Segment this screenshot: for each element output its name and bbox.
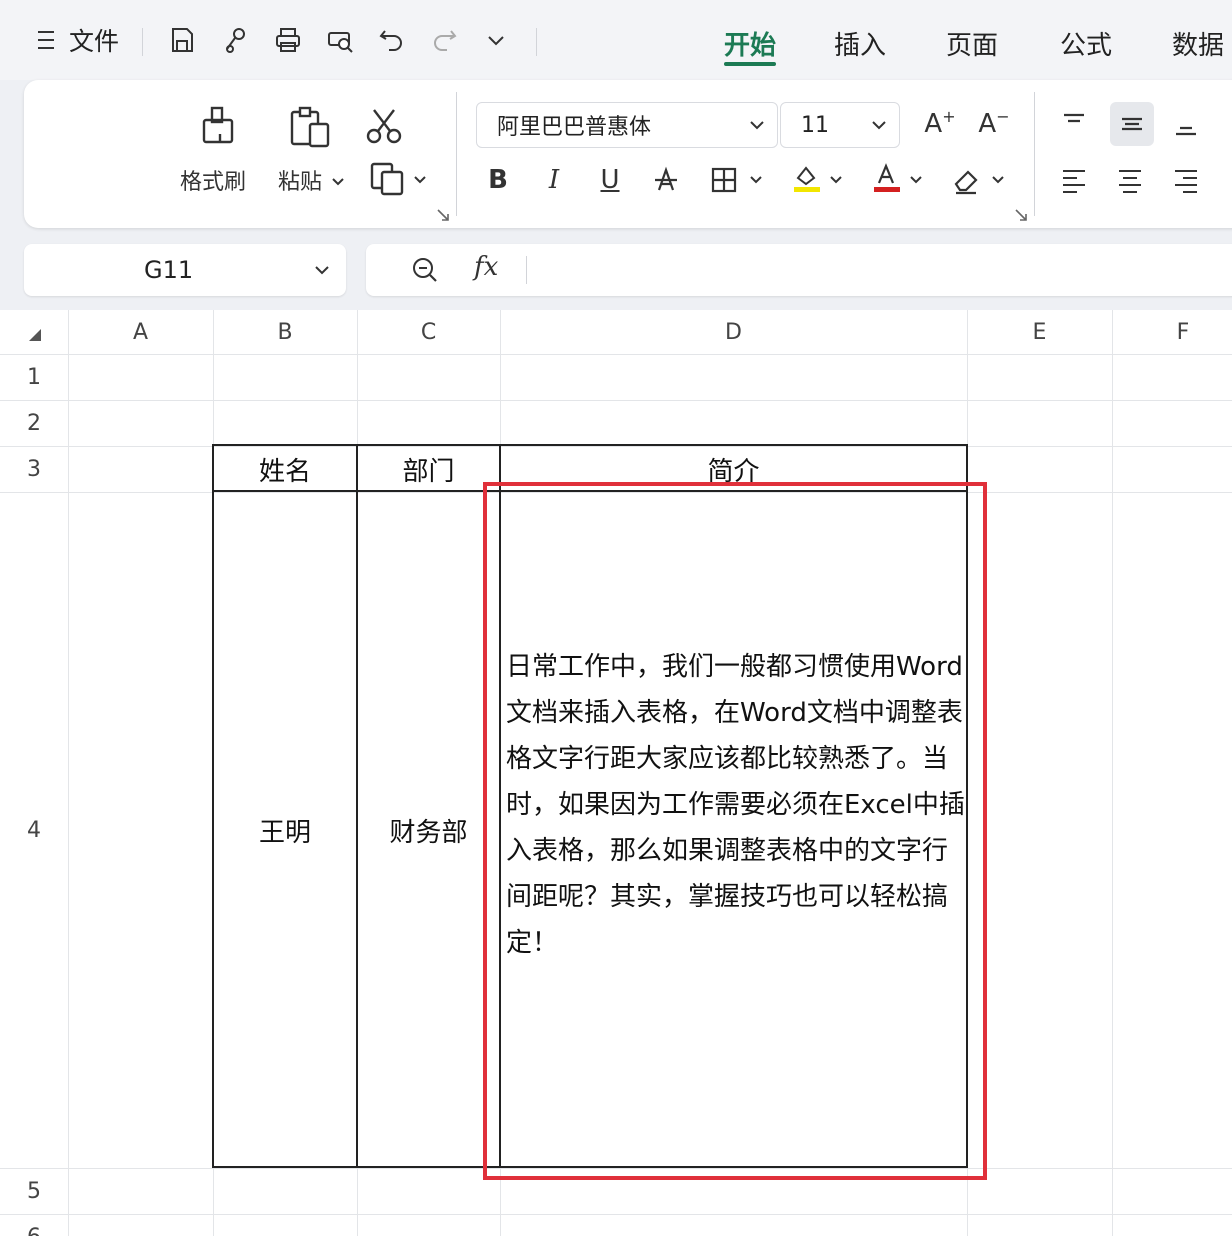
separator xyxy=(526,256,527,284)
shrink-font-label: A xyxy=(978,109,997,139)
column-header-b[interactable]: B xyxy=(213,310,357,354)
font-size-dropdown[interactable]: 11 xyxy=(780,102,900,148)
table-border xyxy=(212,444,968,446)
select-all-icon[interactable] xyxy=(28,328,42,342)
table-border xyxy=(212,444,214,1168)
fx-label[interactable]: fx xyxy=(474,252,498,282)
shrink-font-button[interactable]: A − xyxy=(974,104,1014,144)
paste-icon[interactable] xyxy=(288,104,334,150)
ribbon-toolbar: 格式刷 粘贴 阿里巴巴普惠体 11 A + A − B I U xyxy=(24,80,1232,228)
row-header-6[interactable]: 6 xyxy=(0,1214,68,1236)
copy-chevron-down-icon[interactable] xyxy=(412,172,428,188)
cell-b4-name[interactable]: 王明 xyxy=(213,492,357,1168)
column-header-e[interactable]: E xyxy=(967,310,1112,354)
column-header-d[interactable]: D xyxy=(500,310,967,354)
cell-c4-department[interactable]: 财务部 xyxy=(357,492,500,1168)
font-color-icon[interactable] xyxy=(866,158,906,198)
active-tab-indicator xyxy=(724,62,776,66)
format-painter-label[interactable]: 格式刷 xyxy=(180,164,246,196)
eraser-icon[interactable] xyxy=(946,160,986,200)
strikethrough-icon[interactable] xyxy=(646,160,686,200)
spreadsheet-grid[interactable]: A B C D E F 1 2 3 4 5 6 姓名 部门 简介 王明 财务部 … xyxy=(0,310,1232,1236)
zoom-search-icon[interactable] xyxy=(410,255,440,285)
tab-page[interactable]: 页面 xyxy=(946,20,998,66)
menu-bar: 文件 开始 插入 页面 公式 数据 xyxy=(0,0,1232,80)
cell-c3-header-department[interactable]: 部门 xyxy=(357,446,500,492)
italic-button[interactable]: I xyxy=(534,160,574,200)
tab-home[interactable]: 开始 xyxy=(724,20,776,66)
paste-chevron-down-icon[interactable] xyxy=(330,174,346,190)
column-header-f[interactable]: F xyxy=(1112,310,1232,354)
clipboard-launcher-icon[interactable] xyxy=(436,208,450,222)
column-header-c[interactable]: C xyxy=(357,310,500,354)
font-name-value: 阿里巴巴普惠体 xyxy=(497,115,652,140)
font-launcher-icon[interactable] xyxy=(1014,208,1028,222)
highlight-box xyxy=(483,482,987,1180)
cut-icon[interactable] xyxy=(364,106,404,146)
row-header-5[interactable]: 5 xyxy=(0,1168,68,1214)
hamburger-menu-icon[interactable] xyxy=(34,20,58,60)
tab-insert[interactable]: 插入 xyxy=(834,20,886,66)
separator xyxy=(456,92,457,216)
tab-data[interactable]: 数据 xyxy=(1172,20,1224,66)
cell-b3-header-name[interactable]: 姓名 xyxy=(213,446,357,492)
align-top-icon[interactable] xyxy=(1054,104,1094,144)
paste-label[interactable]: 粘贴 xyxy=(278,164,322,196)
table-border xyxy=(356,444,358,1168)
gridline xyxy=(1112,310,1113,1236)
align-right-icon[interactable] xyxy=(1166,160,1206,200)
format-painter-icon[interactable] xyxy=(196,104,240,148)
chevron-down-icon xyxy=(872,121,886,130)
chevron-down-icon xyxy=(750,121,764,130)
file-menu[interactable]: 文件 xyxy=(66,20,122,60)
cell-reference: G11 xyxy=(144,256,194,284)
redo-icon[interactable] xyxy=(426,22,462,58)
chevron-down-icon[interactable] xyxy=(312,260,332,280)
row-header-4[interactable]: 4 xyxy=(0,492,68,1168)
bold-button[interactable]: B xyxy=(478,160,518,200)
tab-formula[interactable]: 公式 xyxy=(1060,20,1112,66)
grow-font-button[interactable]: A + xyxy=(920,104,960,144)
separator xyxy=(536,28,537,56)
share-icon[interactable] xyxy=(218,22,254,58)
font-size-value: 11 xyxy=(801,112,829,138)
copy-icon[interactable] xyxy=(368,160,406,198)
separator xyxy=(142,28,143,56)
eraser-chevron-down-icon[interactable] xyxy=(990,172,1006,188)
row-header-3[interactable]: 3 xyxy=(0,446,68,492)
name-box[interactable]: G11 xyxy=(24,244,346,296)
align-middle-icon[interactable] xyxy=(1110,102,1154,146)
gridline xyxy=(0,354,1232,355)
font-color-chevron-down-icon[interactable] xyxy=(908,172,924,188)
row-header-1[interactable]: 1 xyxy=(0,354,68,400)
gridline xyxy=(0,1214,1232,1215)
save-icon[interactable] xyxy=(164,22,200,58)
borders-chevron-down-icon[interactable] xyxy=(748,172,764,188)
align-left-icon[interactable] xyxy=(1054,160,1094,200)
undo-icon[interactable] xyxy=(374,22,410,58)
align-bottom-icon[interactable] xyxy=(1166,104,1206,144)
chevron-down-icon[interactable] xyxy=(478,22,514,58)
print-icon[interactable] xyxy=(270,22,306,58)
print-preview-icon[interactable] xyxy=(322,22,358,58)
fill-color-chevron-down-icon[interactable] xyxy=(828,172,844,188)
gridline xyxy=(68,310,69,1236)
font-name-dropdown[interactable]: 阿里巴巴普惠体 xyxy=(476,102,778,148)
grow-font-label: A xyxy=(924,109,943,139)
separator xyxy=(1034,92,1035,216)
gridline xyxy=(0,400,1232,401)
borders-icon[interactable] xyxy=(704,160,744,200)
fill-color-icon[interactable] xyxy=(786,158,826,198)
align-center-icon[interactable] xyxy=(1110,160,1150,200)
column-header-a[interactable]: A xyxy=(68,310,213,354)
row-header-2[interactable]: 2 xyxy=(0,400,68,446)
underline-button[interactable]: U xyxy=(590,160,630,200)
formula-bar[interactable]: fx xyxy=(366,244,1232,296)
